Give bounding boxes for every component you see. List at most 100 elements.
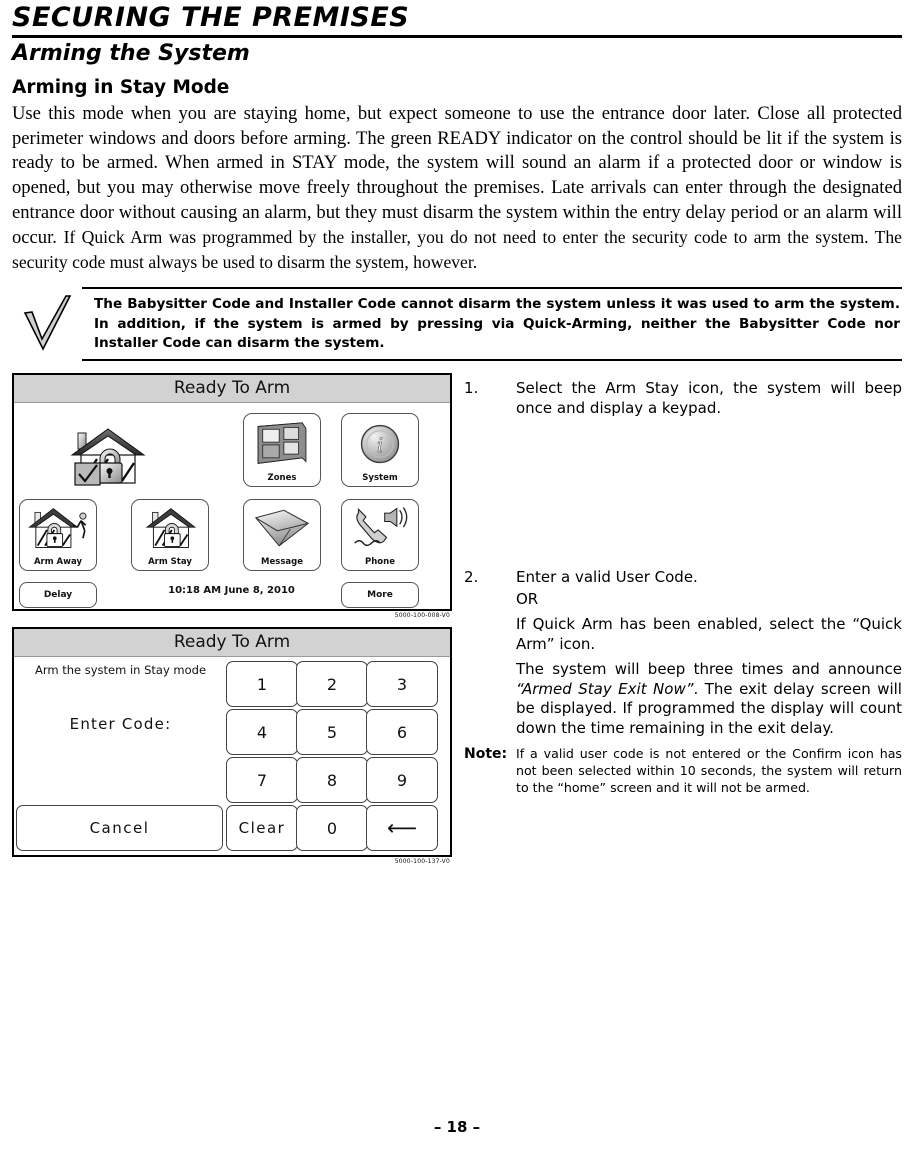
cancel-button[interactable]: Cancel (16, 805, 223, 852)
key-2-label: 2 (326, 674, 338, 694)
envelope-icon (244, 500, 320, 558)
key-4[interactable]: 4 (226, 709, 298, 756)
key-3-label: 3 (396, 674, 408, 694)
tile-arm-away[interactable]: Arm Away (19, 499, 97, 572)
key-9-label: 9 (396, 770, 408, 790)
key-4-label: 4 (256, 722, 268, 742)
house-unlocked-check-icon-svg (70, 428, 146, 486)
key-2[interactable]: 2 (296, 661, 368, 708)
step-2-line-announce: The system will beep three times and ann… (516, 660, 902, 738)
key-5-label: 5 (326, 722, 338, 742)
more-button[interactable]: More (341, 582, 419, 609)
tile-label-zones: Zones (267, 472, 297, 483)
home-screen-status-bar: Delay 10:18 AM June 8, 2010 More (14, 582, 450, 609)
house-lock-icon (132, 500, 208, 558)
chapter-title: SECURING THE PREMISES (12, 2, 410, 33)
house-unlocked-check-icon (64, 425, 148, 491)
keypad-screen-title: Ready To Arm (14, 629, 450, 658)
key-1-label: 1 (256, 674, 268, 694)
tile-label-system: System (362, 472, 398, 483)
left-arrow-icon: ⟵ (386, 815, 418, 840)
more-button-label: More (367, 590, 393, 601)
backspace-button[interactable]: ⟵ (366, 805, 438, 852)
callout-text: The Babysitter Code and Installer Code c… (94, 296, 900, 352)
home-screen-title: Ready To Arm (14, 375, 450, 404)
announce-phrase: “Armed Stay Exit Now” (516, 679, 694, 698)
note-block: Note: If a valid user code is not entere… (464, 746, 902, 796)
keypad-screen-body: Arm the system in Stay mode Enter Code: … (14, 657, 450, 854)
clear-button-label: Clear (238, 819, 286, 838)
manual-page: SECURING THE PREMISES Arming the System … (0, 0, 914, 1152)
page-content: SECURING THE PREMISES Arming the System … (12, 2, 902, 865)
step-2-line-1: Enter a valid User Code. (516, 568, 698, 587)
tile-zones[interactable]: Zones (243, 413, 321, 488)
intro-paragraph-part2: If Quick Arm was programmed by the insta… (12, 226, 902, 272)
steps-spacer (464, 418, 902, 568)
key-8[interactable]: 8 (296, 757, 368, 804)
phone-speaker-icon-svg (354, 507, 408, 547)
page-footer: – 18 – (433, 1118, 481, 1136)
key-7[interactable]: 7 (226, 757, 298, 804)
delay-button[interactable]: Delay (19, 582, 97, 609)
checkmark-icon (12, 287, 82, 360)
keypad-prompt-main: Enter Code: (69, 715, 172, 734)
step-1-line-1: Select the Arm Stay icon, the system wil… (516, 379, 902, 417)
callout-note: The Babysitter Code and Installer Code c… (12, 287, 902, 362)
step-2: 2. Enter a valid User Code. OR If Quick … (464, 568, 902, 738)
callout-box: The Babysitter Code and Installer Code c… (82, 287, 902, 362)
house-lock-icon-svg (145, 508, 197, 549)
step-1: 1. Select the Arm Stay icon, the system … (464, 379, 902, 418)
house-lock-running-person-icon-svg (28, 508, 87, 549)
intro-paragraph: Use this mode when you are staying home,… (12, 102, 902, 276)
step-2-number: 2. (464, 568, 479, 587)
delay-button-label: Delay (43, 590, 73, 601)
header-rule (12, 35, 902, 39)
cancel-button-label: Cancel (89, 819, 150, 838)
section-title: Arming the System (12, 41, 250, 67)
keypad-screen-figure-code: 5000-100-137-V0 (394, 858, 450, 866)
home-screen-figure-code: 5000-100-008-V0 (394, 612, 450, 620)
key-0[interactable]: 0 (296, 805, 368, 852)
window-grid-icon-svg (257, 422, 307, 464)
tile-message[interactable]: Message (243, 499, 321, 572)
figures-and-steps: Ready To Arm Zones i System Arm Away Arm… (12, 373, 902, 865)
tile-label-arm-away: Arm Away (33, 556, 83, 567)
figures-column: Ready To Arm Zones i System Arm Away Arm… (12, 373, 452, 865)
checkmark-icon-svg (23, 295, 72, 352)
step-1-body: Select the Arm Stay icon, the system wil… (516, 379, 902, 418)
key-0-label: 0 (326, 818, 338, 838)
key-5[interactable]: 5 (296, 709, 368, 756)
window-grid-icon (244, 414, 320, 474)
tile-system[interactable]: i System (341, 413, 419, 488)
announce-prefix: The system will beep three times and ann… (516, 660, 902, 679)
subsection-title: Arming in Stay Mode (12, 76, 230, 98)
tile-label-phone: Phone (365, 556, 395, 567)
keypad-screen-figure: Ready To Arm Arm the system in Stay mode… (12, 627, 452, 858)
key-8-label: 8 (326, 770, 338, 790)
tile-label-message: Message (261, 556, 303, 567)
envelope-icon-svg (254, 509, 310, 547)
steps-column: 1. Select the Arm Stay icon, the system … (452, 373, 902, 796)
svg-text:i: i (377, 434, 383, 457)
step-2-line-quickarm: If Quick Arm has been enabled, select th… (516, 615, 902, 653)
key-1[interactable]: 1 (226, 661, 298, 708)
key-9[interactable]: 9 (366, 757, 438, 804)
clear-button[interactable]: Clear (226, 805, 298, 852)
key-3[interactable]: 3 (366, 661, 438, 708)
home-screen-figure: Ready To Arm Zones i System Arm Away Arm… (12, 373, 452, 612)
key-6-label: 6 (396, 722, 408, 742)
info-circle-icon: i (342, 414, 418, 474)
step-1-number: 1. (464, 379, 479, 398)
key-6[interactable]: 6 (366, 709, 438, 756)
note-text: If a valid user code is not entered or t… (516, 746, 902, 795)
phone-speaker-icon (342, 500, 418, 558)
home-screen-body: Zones i System Arm Away Arm Stay Message… (14, 403, 450, 609)
note-label: Note: (464, 746, 508, 763)
key-7-label: 7 (256, 770, 268, 790)
tile-label-arm-stay: Arm Stay (148, 556, 192, 567)
house-lock-running-person-icon (20, 500, 96, 558)
info-circle-icon-svg: i (360, 424, 400, 464)
status-clock: 10:18 AM June 8, 2010 (168, 585, 295, 597)
tile-arm-stay[interactable]: Arm Stay (131, 499, 209, 572)
tile-phone[interactable]: Phone (341, 499, 419, 572)
